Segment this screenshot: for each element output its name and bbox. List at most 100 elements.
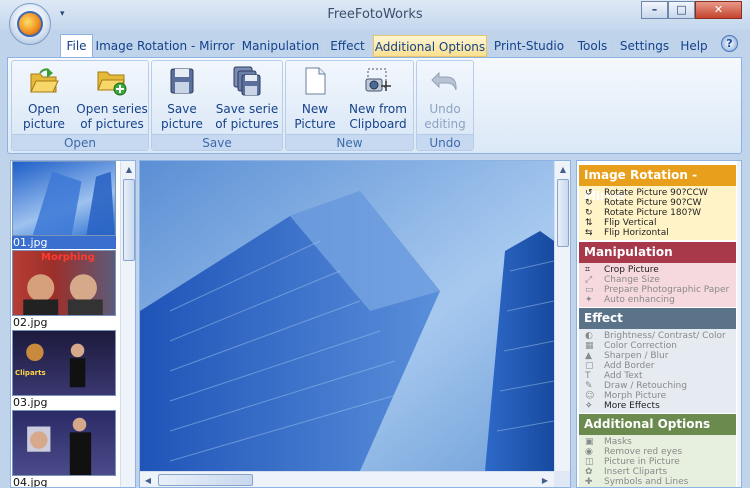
window-title: FreeFotoWorks	[327, 7, 423, 22]
thumbnail-image	[12, 161, 116, 236]
save-picture-label-1: Save	[167, 102, 197, 116]
close-button[interactable]: ✕	[695, 1, 742, 19]
minimize-button[interactable]: –	[641, 1, 668, 19]
task-panel-scrollbar[interactable]	[737, 161, 741, 487]
section-title[interactable]: Effect	[579, 308, 736, 329]
new-from-clipboard-button[interactable]: New from Clipboard	[344, 65, 412, 132]
sharpen-blur-link[interactable]: ▲ Sharpen / Blur	[579, 351, 736, 361]
text-icon: T	[585, 371, 591, 381]
flip-vertical-link[interactable]: ⇅ Flip Vertical	[579, 218, 736, 228]
tab-file[interactable]: File	[60, 34, 93, 58]
scroll-up-icon[interactable]: ▲	[122, 162, 135, 177]
open-series-folder-icon	[96, 65, 128, 97]
open-picture-label-2: picture	[23, 117, 65, 131]
more-effects-link[interactable]: ✧ More Effects	[579, 401, 736, 411]
scroll-right-icon[interactable]: ▶	[538, 473, 552, 487]
rotate-ccw-link[interactable]: ↺ Rotate Picture 90?CCW	[579, 188, 736, 198]
draw-retouching-link[interactable]: ✎ Draw / Retouching	[579, 381, 736, 391]
tab-effect[interactable]: Effect	[325, 35, 371, 57]
pip-icon: ◫	[585, 457, 594, 467]
new-picture-label-2: Picture	[294, 117, 336, 131]
section-title[interactable]: Additional Options	[579, 414, 736, 435]
help-icon[interactable]: ?	[721, 35, 738, 52]
masks-link[interactable]: ▣ Masks	[579, 437, 736, 447]
remove-red-eyes-link[interactable]: ◉ Remove red eyes	[579, 447, 736, 457]
save-picture-button[interactable]: Save picture	[154, 65, 210, 132]
crop-picture-link[interactable]: ⌗ Crop Picture	[579, 265, 736, 275]
flip-horizontal-link[interactable]: ⇆ Flip Horizontal	[579, 228, 736, 238]
add-border-link[interactable]: ▢ Add Border	[579, 361, 736, 371]
rotate-ccw-icon: ↺	[585, 188, 593, 198]
save-series-button[interactable]: Save serie of pictures	[212, 65, 282, 132]
insert-cliparts-link[interactable]: ✿ Insert Cliparts	[579, 467, 736, 477]
thumbnail-item[interactable]: Cliparts 03.jpg	[12, 330, 116, 409]
crop-icon: ⌗	[585, 265, 591, 275]
scroll-left-icon[interactable]: ◀	[141, 473, 155, 487]
brightness-contrast-link[interactable]: ◐ Brightness/ Contrast/ Color	[579, 331, 736, 341]
maximize-button[interactable]: □	[668, 1, 695, 19]
app-menu-orb-button[interactable]	[9, 3, 51, 45]
thumbnail-label: 04.jpg	[13, 476, 48, 488]
open-folder-icon	[28, 65, 60, 97]
undo-editing-button[interactable]: Undo editing	[419, 65, 471, 132]
ribbon-group-title-new: New	[286, 134, 413, 150]
tab-additional-options[interactable]: Additional Options	[373, 35, 487, 57]
scrollbar-thumb[interactable]	[557, 179, 569, 247]
new-picture-label-1: New	[301, 102, 329, 116]
open-picture-button[interactable]: Open picture	[14, 65, 74, 132]
tab-tools[interactable]: Tools	[570, 35, 616, 57]
tab-manipulation[interactable]: Manipulation	[237, 35, 325, 57]
add-text-link[interactable]: T Add Text	[579, 371, 736, 381]
change-size-link[interactable]: ⤢ Change Size	[579, 275, 736, 285]
morph-icon: ☺	[585, 391, 595, 401]
effects-icon: ✧	[585, 401, 593, 411]
wand-icon: ✦	[585, 295, 593, 305]
auto-enhancing-link[interactable]: ✦ Auto enhancing	[579, 295, 736, 305]
section-title[interactable]: Manipulation	[579, 242, 736, 263]
viewer-vertical-scrollbar[interactable]: ▲	[554, 161, 570, 471]
brush-icon: ✎	[585, 381, 593, 391]
ribbon-tab-bar: File Image Rotation - Mirror Manipulatio…	[0, 32, 750, 58]
image-viewer[interactable]: ▲ ◀ ▶	[139, 160, 571, 488]
morph-picture-link[interactable]: ☺ Morph Picture	[579, 391, 736, 401]
rotate-180-link[interactable]: ↻ Rotate Picture 180?W	[579, 208, 736, 218]
scroll-corner	[554, 471, 570, 487]
new-from-clipboard-label-2: Clipboard	[349, 117, 407, 131]
flip-horizontal-icon: ⇆	[585, 228, 593, 238]
photographic-paper-link[interactable]: ▭ Prepare Photographic Paper	[579, 285, 736, 295]
panel-section-additional-options: Additional Options ▣ Masks ◉ Remove red ey…	[579, 414, 736, 487]
rotate-cw-link[interactable]: ↻ Rotate Picture 90?CW	[579, 198, 736, 208]
thumbnail-list: 01.jpg Morphing 02.jpg Cliparts 03.jpg 0…	[10, 160, 136, 488]
color-icon: ▦	[585, 341, 594, 351]
section-title[interactable]: Image Rotation - Mirror	[579, 165, 736, 203]
open-series-label-2: of pictures	[80, 117, 144, 131]
new-from-clipboard-label-1: New from	[349, 102, 407, 116]
scroll-up-icon[interactable]: ▲	[556, 162, 570, 177]
rotate-cw-icon: ↻	[585, 198, 593, 208]
symbols-lines-link[interactable]: ✚ Symbols and Lines	[579, 477, 736, 487]
thumbnail-image: Cliparts	[12, 330, 116, 396]
color-correction-link[interactable]: ▦ Color Correction	[579, 341, 736, 351]
thumbnail-item[interactable]: 04.jpg	[12, 410, 116, 488]
scrollbar-thumb[interactable]	[158, 474, 253, 486]
floppy-disk-icon	[166, 65, 198, 97]
tab-print-studio[interactable]: Print-Studio	[489, 35, 570, 57]
viewer-horizontal-scrollbar[interactable]: ◀ ▶	[140, 471, 554, 487]
thumbnail-image: Morphing	[12, 250, 116, 316]
thumbnail-label: 02.jpg	[13, 316, 48, 329]
ribbon-group-save: Save picture Save serie of pictures Save	[151, 60, 283, 151]
tab-settings[interactable]: Settings	[616, 35, 674, 57]
open-picture-label-1: Open	[27, 102, 61, 116]
resize-icon: ⤢	[585, 275, 593, 285]
thumbnail-item[interactable]: Morphing 02.jpg	[12, 250, 116, 329]
undo-arrow-icon	[429, 65, 461, 97]
symbols-icon: ✚	[585, 477, 593, 487]
thumbnail-item[interactable]: 01.jpg	[12, 161, 116, 249]
scrollbar-thumb[interactable]	[123, 179, 135, 261]
open-series-button[interactable]: Open series of pictures	[76, 65, 148, 132]
picture-in-picture-link[interactable]: ◫ Picture in Picture	[579, 457, 736, 467]
new-picture-button[interactable]: New Picture	[288, 65, 342, 132]
tab-image-rotation-mirror[interactable]: Image Rotation - Mirror	[94, 35, 237, 57]
thumbnail-scrollbar[interactable]: ▲	[120, 161, 135, 487]
tab-help[interactable]: Help	[674, 35, 715, 57]
